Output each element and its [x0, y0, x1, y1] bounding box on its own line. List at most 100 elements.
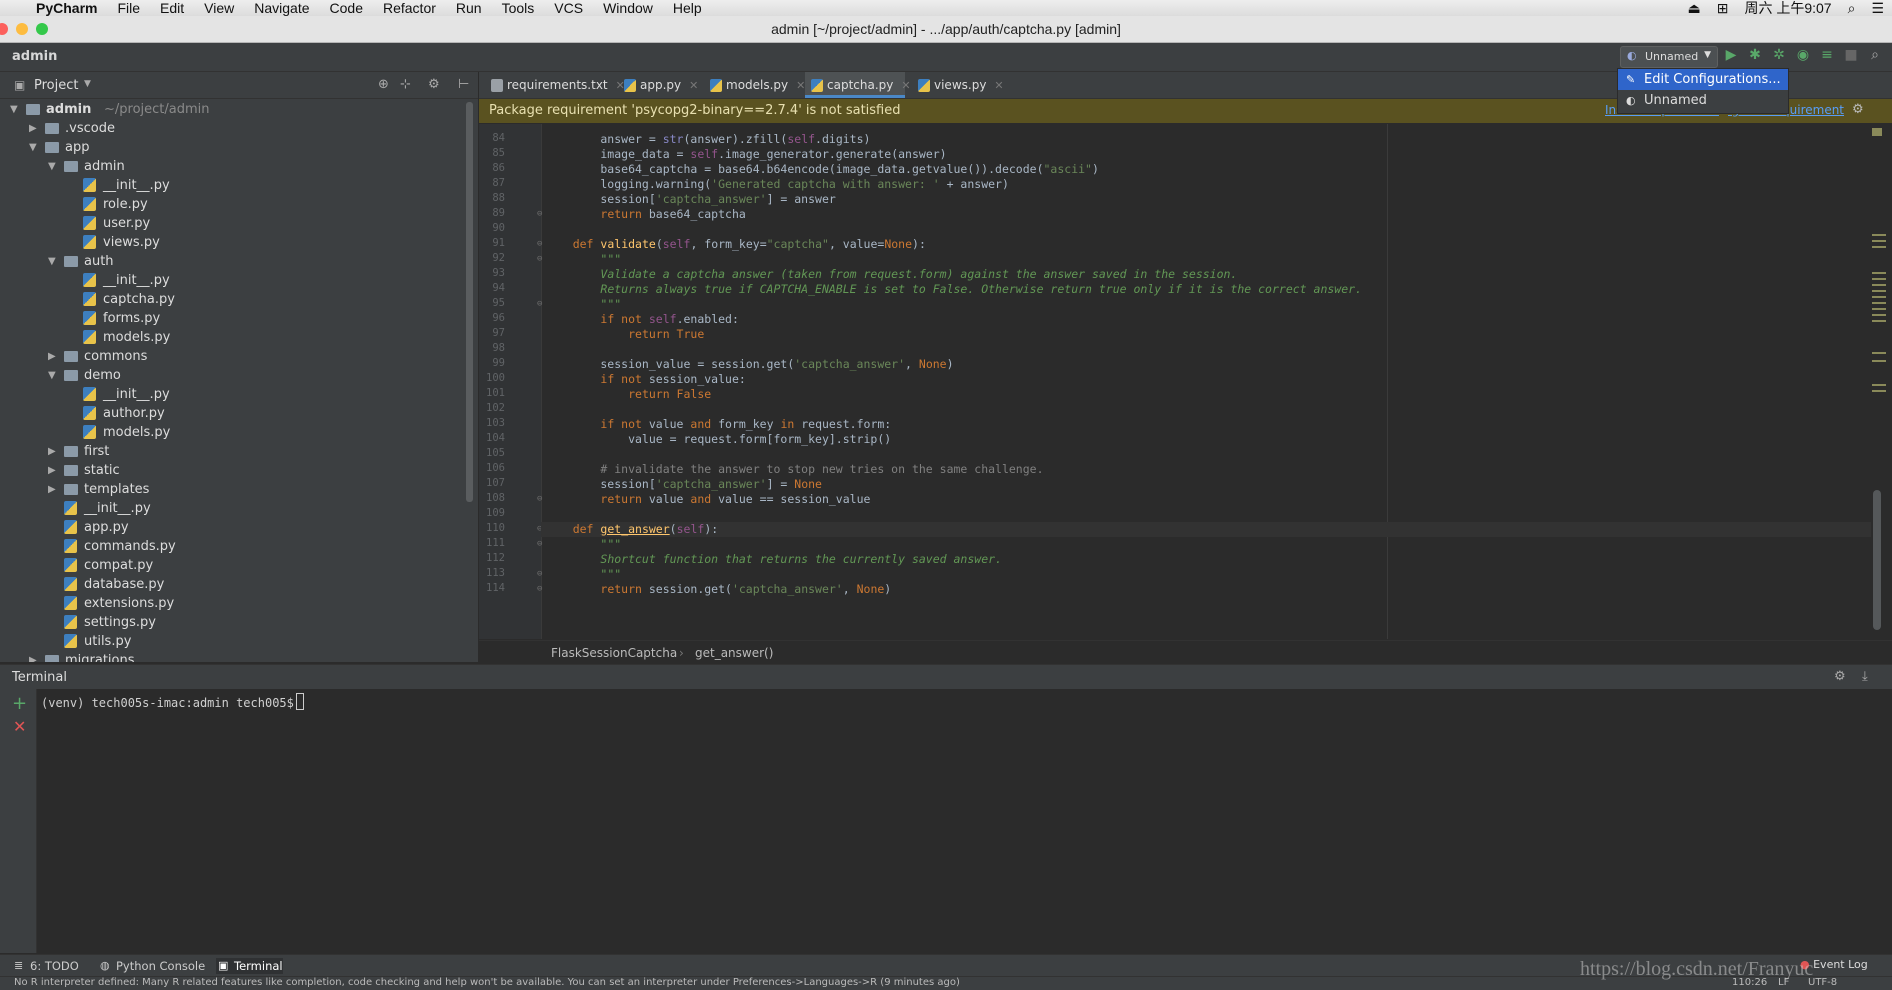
tree-file[interactable]: extensions.py [0, 594, 470, 613]
code-line[interactable]: base64_captcha = base64.b64encode(image_… [545, 162, 1099, 177]
notification-center-icon[interactable]: ☰ [1871, 0, 1884, 17]
menu-tools[interactable]: Tools [492, 0, 545, 16]
menu-refactor[interactable]: Refactor [373, 0, 446, 16]
code-area[interactable]: answer = str(answer).zfill(self.digits) … [479, 124, 1871, 639]
code-line[interactable]: # invalidate the answer to stop new trie… [545, 462, 1043, 477]
tree-file[interactable]: settings.py [0, 613, 470, 632]
search-everywhere-icon[interactable]: ⌕ [1866, 47, 1884, 65]
code-line[interactable]: return True [545, 327, 704, 342]
code-editor[interactable]: 84 85 86 87 88 89 ⊖ 90 91 ⊖ 92 ⊖ 93 94 95 ⊖ 96 97 98 99 100 1… [479, 124, 1871, 639]
breadcrumb-class[interactable]: FlaskSessionCaptcha [551, 646, 677, 660]
hide-panel-icon[interactable]: ⊢ [458, 77, 469, 92]
collapse-arrow-icon[interactable]: ▶ [48, 480, 60, 499]
tree-file[interactable]: __init__.py [0, 176, 470, 195]
tree-file[interactable]: author.py [0, 404, 470, 423]
editor-tab[interactable]: views.py ✕ [912, 72, 1004, 98]
code-line[interactable]: """ [545, 567, 621, 582]
menu-vcs[interactable]: VCS [544, 0, 593, 16]
expand-arrow-icon[interactable]: ▼ [10, 100, 22, 119]
nav-crumb-project[interactable]: admin [12, 49, 57, 64]
eject-icon[interactable]: ⏏ [1687, 0, 1700, 17]
tree-folder[interactable]: ▼ auth [0, 252, 470, 271]
code-line[interactable]: """ [545, 297, 621, 312]
expand-arrow-icon[interactable]: ▼ [48, 252, 60, 271]
menu-run[interactable]: Run [446, 0, 492, 16]
concurrency-diagram-icon[interactable]: ≡ [1818, 47, 1836, 65]
project-panel-title[interactable]: Project [34, 78, 78, 93]
project-tree-scrollbar[interactable] [466, 102, 473, 502]
tree-file[interactable]: forms.py [0, 309, 470, 328]
tree-file[interactable]: role.py [0, 195, 470, 214]
code-line[interactable]: Shortcut function that returns the curre… [545, 552, 1002, 567]
menu-edit[interactable]: Edit [150, 0, 194, 16]
collapse-arrow-icon[interactable]: ▶ [29, 119, 41, 138]
gear-icon[interactable]: ⚙ [428, 77, 440, 92]
run-configuration-selector[interactable]: ◐ Unnamed ▼ [1620, 46, 1718, 68]
tree-folder[interactable]: ▶ .vscode [0, 119, 470, 138]
menu-help[interactable]: Help [663, 0, 712, 16]
code-line[interactable]: session['captcha_answer'] = answer [545, 192, 835, 207]
close-tab-icon[interactable]: ✕ [796, 79, 805, 92]
code-line[interactable]: return value and value == session_value [545, 492, 870, 507]
stop-icon[interactable]: ■ [1842, 47, 1860, 65]
gear-icon[interactable]: ⚙ [1834, 669, 1846, 684]
tree-file[interactable]: __init__.py [0, 385, 470, 404]
menu-item-unnamed[interactable]: ◐ Unnamed [1618, 90, 1788, 111]
expand-arrow-icon[interactable]: ▼ [29, 138, 41, 157]
code-line[interactable]: session['captcha_answer'] = None [545, 477, 822, 492]
tree-folder[interactable]: ▶ static [0, 461, 470, 480]
code-line[interactable]: if not session_value: [545, 372, 745, 387]
code-line[interactable]: answer = str(answer).zfill(self.digits) [545, 132, 870, 147]
code-line[interactable]: """ [545, 537, 621, 552]
menu-file[interactable]: File [107, 0, 150, 16]
code-line[interactable]: session_value = session.get('captcha_ans… [545, 357, 953, 372]
editor-scrollbar[interactable] [1873, 490, 1881, 630]
tree-folder[interactable]: ▶ commons [0, 347, 470, 366]
terminal-output[interactable]: (venv) tech005s-imac:admin tech005$ [37, 689, 1892, 953]
tree-file[interactable]: captcha.py [0, 290, 470, 309]
code-line[interactable]: return False [545, 387, 711, 402]
tree-file[interactable]: compat.py [0, 556, 470, 575]
collapse-arrow-icon[interactable]: ▶ [29, 651, 41, 662]
locate-file-icon[interactable]: ⊕ [378, 77, 389, 92]
tool-window-button[interactable]: ≣ 6: TODO [12, 958, 79, 974]
tree-folder[interactable]: ▼ app [0, 138, 470, 157]
collapse-arrow-icon[interactable]: ▶ [48, 347, 60, 366]
profile-icon[interactable]: ◉ [1794, 47, 1812, 65]
collapse-arrow-icon[interactable]: ▶ [48, 461, 60, 480]
tree-file[interactable]: models.py [0, 423, 470, 442]
tool-window-button[interactable]: ◍ Python Console [98, 958, 205, 974]
expand-arrow-icon[interactable]: ▼ [48, 157, 60, 176]
tree-folder[interactable]: ▼ admin [0, 157, 470, 176]
code-line[interactable]: Returns always true if CAPTCHA_ENABLE is… [545, 282, 1362, 297]
gear-icon[interactable]: ⚙ [1852, 102, 1864, 117]
code-line[interactable]: if not value and form_key in request.for… [545, 417, 891, 432]
hide-panel-icon[interactable]: ⤓ [1862, 669, 1868, 684]
tree-file[interactable]: user.py [0, 214, 470, 233]
menu-navigate[interactable]: Navigate [244, 0, 319, 16]
menu-item-edit-configurations[interactable]: ✎ Edit Configurations... [1618, 69, 1788, 90]
status-message[interactable]: No R interpreter defined: Many R related… [14, 977, 960, 988]
tree-file[interactable]: models.py [0, 328, 470, 347]
code-line[interactable]: def validate(self, form_key="captcha", v… [545, 237, 926, 252]
tree-file[interactable]: app.py [0, 518, 470, 537]
tree-folder[interactable]: ▶ templates [0, 480, 470, 499]
menu-app-name[interactable]: PyCharm [26, 0, 107, 16]
input-method-icon[interactable]: ⊞ [1717, 0, 1729, 17]
spotlight-search-icon[interactable]: ⌕ [1848, 0, 1856, 17]
code-line[interactable]: """ [545, 252, 621, 267]
tree-folder[interactable]: ▼ admin ~/project/admin [0, 100, 470, 119]
tree-file[interactable]: commands.py [0, 537, 470, 556]
code-line[interactable]: def get_answer(self): [541, 522, 1871, 537]
close-tab-icon[interactable]: ✕ [901, 79, 910, 92]
debug-icon[interactable]: ✱ [1746, 47, 1764, 65]
close-session-icon[interactable]: ✕ [13, 717, 26, 736]
code-line[interactable]: if not self.enabled: [545, 312, 739, 327]
editor-tab[interactable]: app.py ✕ [618, 72, 698, 98]
chevron-down-icon[interactable]: ▼ [84, 79, 91, 89]
tool-window-button[interactable]: ▣ Terminal [216, 958, 283, 974]
run-icon[interactable]: ▶ [1722, 47, 1740, 65]
tree-file[interactable]: __init__.py [0, 271, 470, 290]
collapse-arrow-icon[interactable]: ▶ [48, 442, 60, 461]
menu-view[interactable]: View [194, 0, 244, 16]
